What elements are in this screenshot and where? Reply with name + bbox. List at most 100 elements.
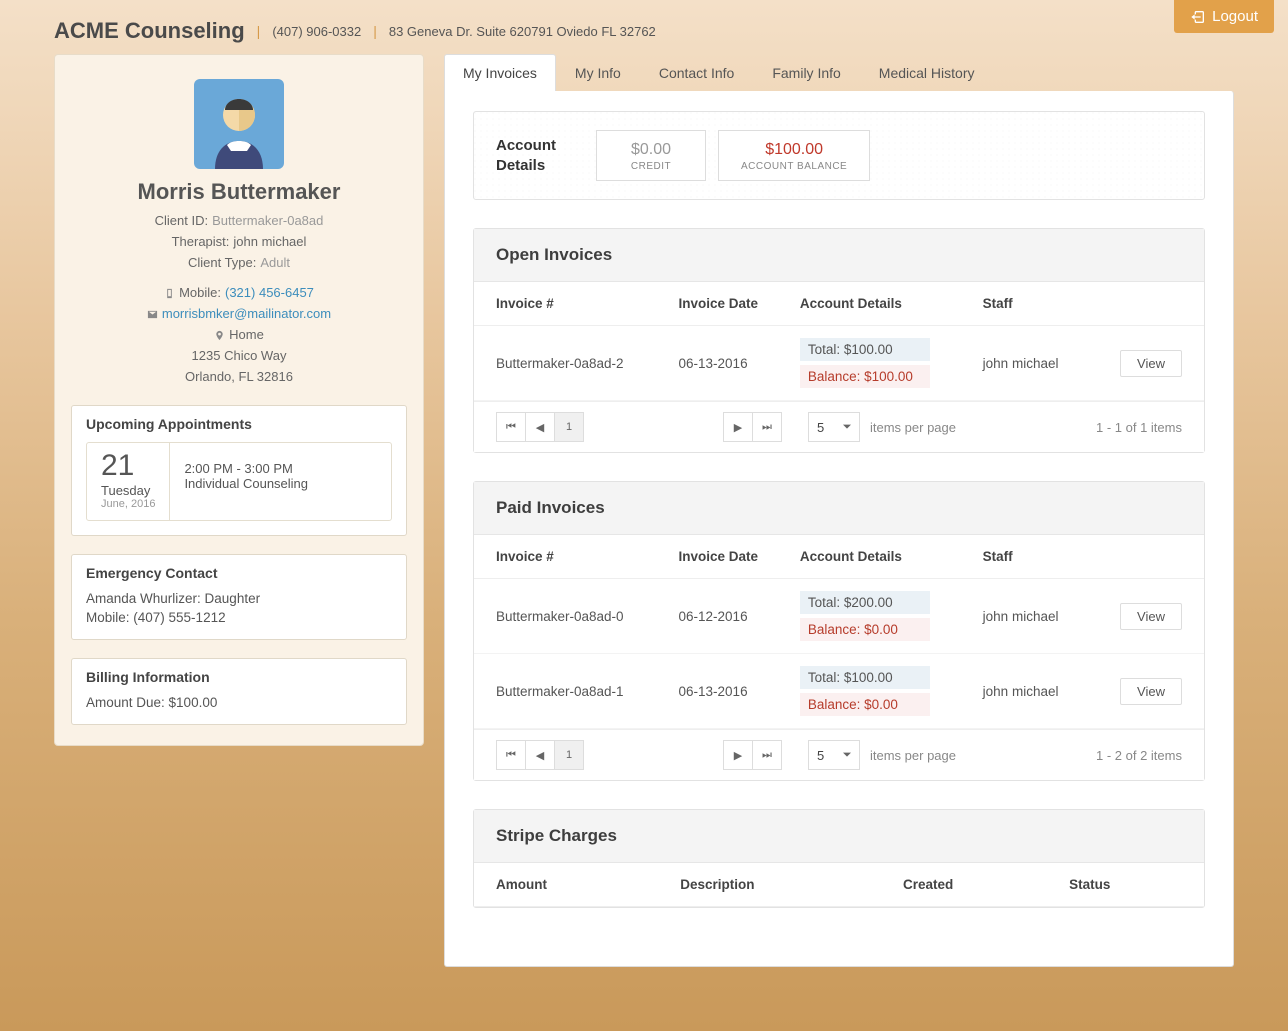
tabs: My Invoices My Info Contact Info Family … bbox=[444, 54, 1234, 91]
client-type: Adult bbox=[260, 253, 290, 274]
tab-my-invoices[interactable]: My Invoices bbox=[444, 54, 556, 91]
invoice-date: 06-12-2016 bbox=[669, 579, 790, 654]
col-acct: Account Details bbox=[790, 535, 973, 579]
logout-button[interactable]: Logout bbox=[1174, 0, 1274, 33]
col-staff: Staff bbox=[973, 282, 1090, 326]
credit-label: CREDIT bbox=[619, 161, 683, 172]
invoice-id: Buttermaker-0a8ad-0 bbox=[474, 579, 669, 654]
emergency-line1: Amanda Whurlizer: Daughter bbox=[86, 591, 392, 606]
items-per-page-label: items per page bbox=[870, 420, 956, 435]
invoice-balance: Balance: $100.00 bbox=[800, 365, 930, 388]
email-icon bbox=[147, 309, 158, 320]
tab-family-info[interactable]: Family Info bbox=[753, 54, 859, 91]
pager-page[interactable]: 1 bbox=[554, 412, 584, 442]
col-desc: Description bbox=[670, 863, 893, 907]
balance-label: ACCOUNT BALANCE bbox=[741, 161, 847, 172]
paid-invoices-title: Paid Invoices bbox=[496, 498, 1182, 518]
pager-range: 1 - 2 of 2 items bbox=[1096, 748, 1182, 763]
pager-prev[interactable]: ◀ bbox=[525, 412, 555, 442]
invoice-id: Buttermaker-0a8ad-2 bbox=[474, 326, 669, 401]
col-created: Created bbox=[893, 863, 1059, 907]
pin-icon bbox=[214, 330, 225, 341]
billing-info-box: Billing Information Amount Due: $100.00 bbox=[71, 658, 407, 725]
invoice-staff: john michael bbox=[973, 579, 1090, 654]
pager-first[interactable]: ⏮ bbox=[496, 412, 526, 442]
col-status: Status bbox=[1059, 863, 1204, 907]
logout-icon bbox=[1190, 9, 1206, 25]
credit-stat: $0.00 CREDIT bbox=[596, 130, 706, 181]
credit-value: $0.00 bbox=[619, 141, 683, 159]
appt-day-name: Tuesday bbox=[101, 483, 155, 498]
view-button[interactable]: View bbox=[1120, 678, 1182, 705]
per-page-value: 5 bbox=[817, 420, 824, 435]
mobile-link[interactable]: (321) 456-6457 bbox=[225, 283, 314, 304]
header-address: 83 Geneva Dr. Suite 620791 Oviedo FL 327… bbox=[389, 24, 656, 39]
pager-first[interactable]: ⏮ bbox=[496, 740, 526, 770]
stripe-charges-panel: Stripe Charges Amount Description Create… bbox=[473, 809, 1205, 908]
open-invoices-panel: Open Invoices Invoice # Invoice Date Acc… bbox=[473, 228, 1205, 453]
invoice-date: 06-13-2016 bbox=[669, 654, 790, 729]
tab-medical-history[interactable]: Medical History bbox=[860, 54, 994, 91]
pager-prev[interactable]: ◀ bbox=[525, 740, 555, 770]
street: 1235 Chico Way bbox=[71, 346, 407, 367]
phone-icon bbox=[164, 288, 175, 299]
balance-stat: $100.00 ACCOUNT BALANCE bbox=[718, 130, 870, 181]
appt-day-num: 21 bbox=[101, 449, 155, 483]
upcoming-title: Upcoming Appointments bbox=[86, 416, 392, 432]
client-id-label: Client ID: bbox=[155, 211, 208, 232]
col-date: Invoice Date bbox=[669, 282, 790, 326]
account-title1: Account bbox=[496, 137, 556, 154]
mobile-label: Mobile: bbox=[179, 283, 221, 304]
pager-last[interactable]: ⏭ bbox=[752, 412, 782, 442]
view-button[interactable]: View bbox=[1120, 350, 1182, 377]
pager-next[interactable]: ▶ bbox=[723, 740, 753, 770]
col-staff: Staff bbox=[973, 535, 1090, 579]
per-page-select[interactable]: 5 bbox=[808, 412, 860, 442]
pager-page[interactable]: 1 bbox=[554, 740, 584, 770]
emergency-line2: Mobile: (407) 555-1212 bbox=[86, 610, 392, 625]
open-invoices-title: Open Invoices bbox=[496, 245, 1182, 265]
client-id: Buttermaker-0a8ad bbox=[212, 211, 323, 232]
billing-line: Amount Due: $100.00 bbox=[86, 695, 392, 710]
emergency-contact-box: Emergency Contact Amanda Whurlizer: Daug… bbox=[71, 554, 407, 640]
per-page-value: 5 bbox=[817, 748, 824, 763]
brand-title: ACME Counseling bbox=[54, 18, 245, 44]
billing-title: Billing Information bbox=[86, 669, 392, 685]
pager-range: 1 - 1 of 1 items bbox=[1096, 420, 1182, 435]
client-name: Morris Buttermaker bbox=[71, 179, 407, 205]
table-row: Buttermaker-0a8ad-1 06-13-2016 Total: $1… bbox=[474, 654, 1204, 729]
divider: | bbox=[373, 23, 377, 39]
col-invoice: Invoice # bbox=[474, 535, 669, 579]
table-row: Buttermaker-0a8ad-2 06-13-2016 Total: $1… bbox=[474, 326, 1204, 401]
tab-my-info[interactable]: My Info bbox=[556, 54, 640, 91]
stripe-title: Stripe Charges bbox=[496, 826, 1182, 846]
invoice-total: Total: $100.00 bbox=[800, 666, 930, 689]
invoice-id: Buttermaker-0a8ad-1 bbox=[474, 654, 669, 729]
items-per-page-label: items per page bbox=[870, 748, 956, 763]
appt-month: June, 2016 bbox=[101, 498, 155, 510]
client-sidebar: Morris Buttermaker Client ID: Buttermake… bbox=[54, 54, 424, 746]
per-page-select[interactable]: 5 bbox=[808, 740, 860, 770]
pager-last[interactable]: ⏭ bbox=[752, 740, 782, 770]
email-link[interactable]: morrisbmker@mailinator.com bbox=[162, 304, 331, 325]
col-invoice: Invoice # bbox=[474, 282, 669, 326]
invoice-balance: Balance: $0.00 bbox=[800, 693, 930, 716]
balance-value: $100.00 bbox=[741, 141, 847, 159]
avatar bbox=[194, 79, 284, 169]
chevron-down-icon bbox=[843, 423, 851, 431]
account-title2: Details bbox=[496, 157, 545, 174]
therapist-label: Therapist: bbox=[172, 232, 230, 253]
view-button[interactable]: View bbox=[1120, 603, 1182, 630]
pager-next[interactable]: ▶ bbox=[723, 412, 753, 442]
home-label: Home bbox=[229, 325, 264, 346]
appt-time: 2:00 PM - 3:00 PM bbox=[184, 461, 308, 476]
city: Orlando, FL 32816 bbox=[71, 367, 407, 388]
emergency-title: Emergency Contact bbox=[86, 565, 392, 581]
chevron-down-icon bbox=[843, 751, 851, 759]
therapist-name: john michael bbox=[233, 232, 306, 253]
account-details-panel: Account Details $0.00 CREDIT $100.00 ACCO… bbox=[473, 111, 1205, 200]
col-amount: Amount bbox=[474, 863, 670, 907]
col-date: Invoice Date bbox=[669, 535, 790, 579]
tab-contact-info[interactable]: Contact Info bbox=[640, 54, 754, 91]
invoice-total: Total: $100.00 bbox=[800, 338, 930, 361]
